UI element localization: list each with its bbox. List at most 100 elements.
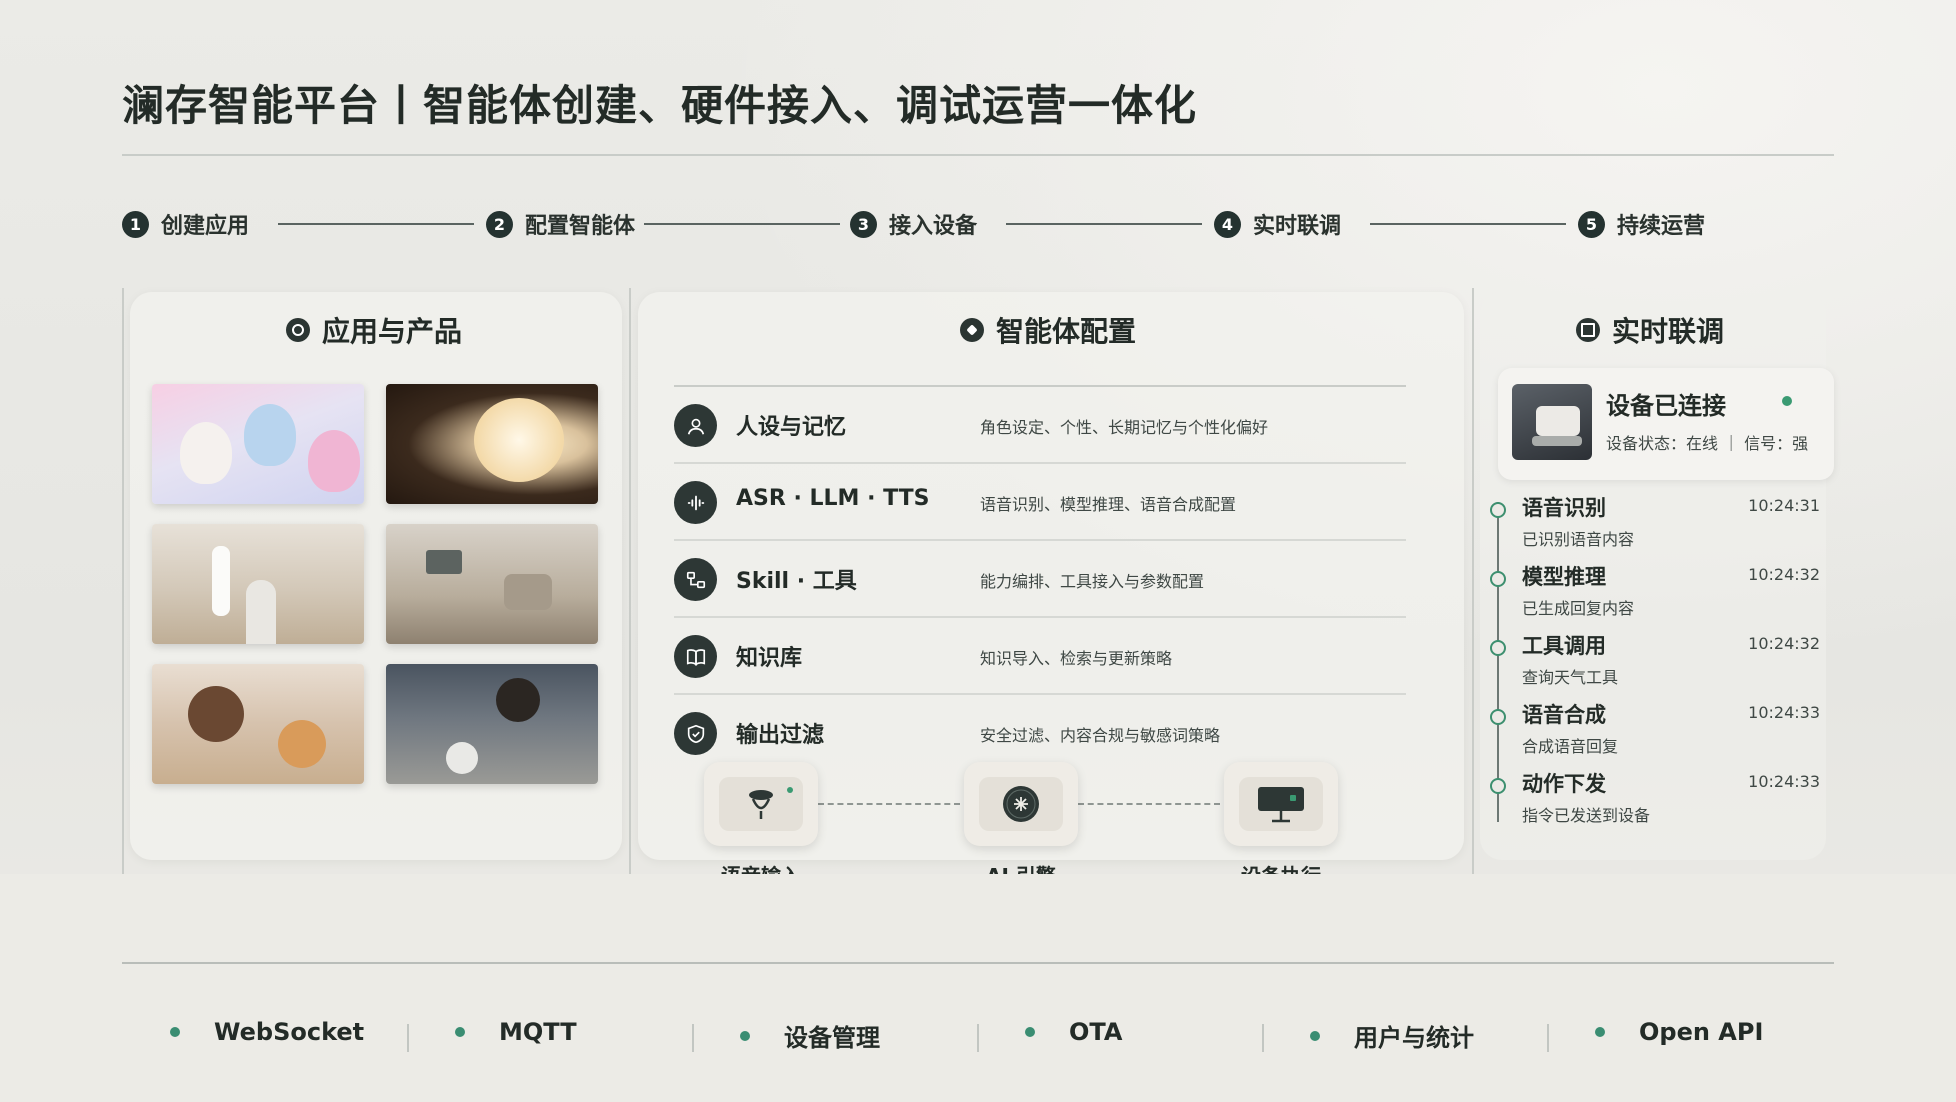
child-with-robot-dog-image[interactable] bbox=[152, 664, 364, 784]
event-title: 语音识别 bbox=[1522, 496, 1606, 520]
apps-panel-title: 应用与产品 bbox=[286, 310, 462, 350]
separator bbox=[1262, 1024, 1264, 1052]
book-icon bbox=[674, 635, 717, 678]
capability-mqtt[interactable]: MQTT bbox=[455, 1018, 577, 1046]
step-label: 实时联调 bbox=[1253, 214, 1342, 239]
timeline-event[interactable]: 动作下发 10:24:33 指令已发送到设备 bbox=[1490, 768, 1820, 838]
separator bbox=[692, 1024, 694, 1052]
timeline-event[interactable]: 模型推理 10:24:32 已生成回复内容 bbox=[1490, 561, 1820, 631]
timeline-event[interactable]: 工具调用 10:24:32 查询天气工具 bbox=[1490, 630, 1820, 700]
cloud-lamp-image[interactable] bbox=[386, 384, 598, 504]
step-number: 1 bbox=[122, 210, 149, 238]
device-connection-title: 设备已连接 bbox=[1606, 392, 1726, 420]
step-number: 3 bbox=[850, 210, 877, 238]
flow-connector bbox=[818, 803, 960, 805]
timeline-dot bbox=[1490, 709, 1506, 725]
event-time: 10:24:33 bbox=[1748, 772, 1820, 791]
living-room-devices-image[interactable] bbox=[386, 524, 598, 644]
event-desc: 已生成回复内容 bbox=[1522, 599, 1635, 618]
capability-open-api[interactable]: Open API bbox=[1595, 1018, 1763, 1046]
event-desc: 合成语音回复 bbox=[1522, 737, 1619, 756]
microphone-icon bbox=[719, 777, 803, 831]
smart-home-devices-image[interactable] bbox=[152, 524, 364, 644]
config-row-output-filter[interactable]: 输出过滤 安全过滤、内容合规与敏感词策略 bbox=[674, 695, 1406, 770]
capability-websocket[interactable]: WebSocket bbox=[170, 1018, 364, 1046]
diamond-icon bbox=[960, 318, 984, 342]
agent-panel-title: 智能体配置 bbox=[960, 310, 1136, 350]
event-title: 工具调用 bbox=[1522, 634, 1606, 658]
event-desc: 已识别语音内容 bbox=[1522, 530, 1635, 549]
step-label: 配置智能体 bbox=[525, 214, 636, 239]
config-desc: 知识导入、检索与更新策略 bbox=[980, 649, 1173, 668]
capability-label: MQTT bbox=[499, 1018, 577, 1046]
step-3[interactable]: 3 接入设备 bbox=[850, 208, 977, 240]
step-number: 2 bbox=[486, 210, 513, 238]
panel-divider bbox=[122, 288, 124, 874]
device-screen-icon bbox=[1239, 777, 1323, 831]
capability-bar: WebSocket MQTT 设备管理 OTA 用户与统计 Open API bbox=[122, 1018, 1834, 1054]
step-connector bbox=[1006, 223, 1202, 225]
config-name: 输出过滤 bbox=[736, 723, 825, 748]
step-connector bbox=[644, 223, 840, 225]
config-desc: 角色设定、个性、长期记忆与个性化偏好 bbox=[980, 418, 1269, 437]
agent-config-list: 人设与记忆 角色设定、个性、长期记忆与个性化偏好 ASR · LLM · TTS… bbox=[674, 385, 1406, 770]
tool-flow-icon bbox=[674, 558, 717, 601]
event-time: 10:24:33 bbox=[1748, 703, 1820, 722]
capability-ota[interactable]: OTA bbox=[1025, 1018, 1122, 1046]
config-row-knowledge-base[interactable]: 知识库 知识导入、检索与更新策略 bbox=[674, 618, 1406, 695]
flow-node-voice-input[interactable] bbox=[704, 762, 818, 846]
separator bbox=[407, 1024, 409, 1052]
config-name: 知识库 bbox=[736, 646, 803, 671]
plush-toys-image[interactable] bbox=[152, 384, 364, 504]
config-row-skill-tools[interactable]: Skill · 工具 能力编排、工具接入与参数配置 bbox=[674, 541, 1406, 618]
timeline-dot bbox=[1490, 640, 1506, 656]
bullet-dot bbox=[1595, 1027, 1605, 1037]
agent-panel-title-text: 智能体配置 bbox=[996, 315, 1137, 348]
flow-connector bbox=[1078, 803, 1220, 805]
voice-flow-diagram: 语音输入 AI 引擎 设备执行 bbox=[700, 762, 1340, 888]
step-connector bbox=[278, 223, 474, 225]
capability-label: WebSocket bbox=[214, 1018, 365, 1046]
step-4[interactable]: 4 实时联调 bbox=[1214, 208, 1341, 240]
bullet-dot bbox=[455, 1027, 465, 1037]
shield-icon bbox=[674, 712, 717, 755]
capability-users-stats[interactable]: 用户与统计 bbox=[1310, 1018, 1474, 1053]
flow-node-ai-engine[interactable] bbox=[964, 762, 1078, 846]
config-row-persona[interactable]: 人设与记忆 角色设定、个性、长期记忆与个性化偏好 bbox=[674, 387, 1406, 464]
bullet-dot bbox=[740, 1030, 750, 1041]
step-1[interactable]: 1 创建应用 bbox=[122, 208, 249, 240]
bullet-dot bbox=[1025, 1027, 1035, 1037]
capability-device-management[interactable]: 设备管理 bbox=[740, 1018, 880, 1053]
flow-node-device-execution[interactable] bbox=[1224, 762, 1338, 846]
timeline-event[interactable]: 语音合成 10:24:33 合成语音回复 bbox=[1490, 699, 1820, 769]
person-with-robot-dog-image[interactable] bbox=[386, 664, 598, 784]
event-title: 语音合成 bbox=[1522, 703, 1606, 727]
panel-divider bbox=[1472, 288, 1474, 874]
timeline-dot bbox=[1490, 778, 1506, 794]
device-connected-card[interactable]: 设备已连接 设备状态：在线 ｜ 信号：强 bbox=[1498, 368, 1834, 480]
config-desc: 安全过滤、内容合规与敏感词策略 bbox=[980, 726, 1221, 745]
separator bbox=[1547, 1024, 1549, 1052]
config-name: Skill · 工具 bbox=[736, 569, 857, 594]
device-status-text: 设备状态：在线 ｜ 信号：强 bbox=[1606, 434, 1809, 453]
step-label: 接入设备 bbox=[889, 214, 978, 239]
step-label: 持续运营 bbox=[1617, 214, 1706, 239]
config-desc: 语音识别、模型推理、语音合成配置 bbox=[980, 495, 1237, 514]
timeline-event[interactable]: 语音识别 10:24:31 已识别语音内容 bbox=[1490, 492, 1820, 562]
online-status-dot bbox=[1782, 396, 1792, 406]
config-row-asr-llm-tts[interactable]: ASR · LLM · TTS 语音识别、模型推理、语音合成配置 bbox=[674, 464, 1406, 541]
event-title: 动作下发 bbox=[1522, 772, 1606, 796]
capability-label: 用户与统计 bbox=[1354, 1024, 1474, 1052]
hexagon-icon bbox=[286, 318, 310, 342]
page-title: 澜存智能平台丨智能体创建、硬件接入、调试运营一体化 bbox=[122, 81, 1198, 130]
product-gallery bbox=[152, 384, 600, 784]
step-number: 5 bbox=[1578, 210, 1605, 238]
step-label: 创建应用 bbox=[161, 214, 250, 239]
capability-label: 设备管理 bbox=[784, 1024, 880, 1052]
step-2[interactable]: 2 配置智能体 bbox=[486, 208, 635, 240]
title-divider bbox=[122, 154, 1834, 156]
capability-label: OTA bbox=[1069, 1018, 1123, 1046]
event-desc: 查询天气工具 bbox=[1522, 668, 1619, 687]
step-5[interactable]: 5 持续运营 bbox=[1578, 208, 1705, 240]
step-number: 4 bbox=[1214, 210, 1241, 238]
